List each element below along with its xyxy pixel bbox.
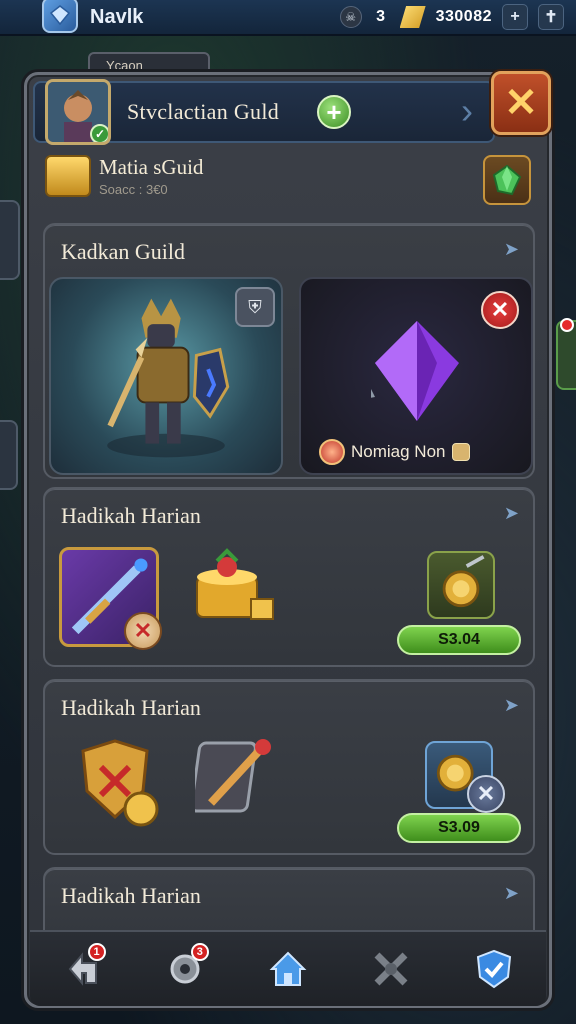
crystal-card-label: Nomiag Non <box>351 442 446 461</box>
section-daily-gift-2: Hadikah Harian ➤ ✕ S3.09 <box>43 679 535 855</box>
hero-card[interactable]: ⛨ <box>49 277 283 475</box>
nav-home[interactable] <box>262 943 314 995</box>
checkmark-icon <box>477 949 512 989</box>
crystal-card-footer: Nomiag Non <box>319 439 470 465</box>
section-daily-gift-1: Hadikah Harian ➤ ✕ S3.04 <box>43 487 535 667</box>
player-name: Navlk <box>90 5 144 28</box>
shield-icon <box>81 739 159 827</box>
remove-item-button[interactable]: ✕ <box>124 612 162 650</box>
notification-badge: 3 <box>190 943 209 961</box>
section-title: Kadkan Guild <box>61 239 186 264</box>
gold-reward-slot[interactable] <box>427 551 495 619</box>
crystal-icon <box>371 321 459 421</box>
avatar-badge: ✓ <box>90 124 108 142</box>
dagger-reward-item[interactable] <box>195 737 275 817</box>
title-bar: ✓ Stvclactian Guld + › <box>33 79 495 145</box>
chevron-right-icon[interactable]: ➤ <box>504 239 519 260</box>
top-status-bar: Navlk ☠ 3 330082 + ✝ <box>0 0 576 36</box>
chevron-right-icon[interactable]: ➤ <box>504 695 519 716</box>
resource-count: 3 <box>376 8 386 25</box>
remove-badge-button[interactable]: ✕ <box>481 291 519 329</box>
back-tab-label: Ycaon <box>106 58 143 73</box>
coin-reward-slot[interactable]: ✕ <box>425 741 505 813</box>
box-icon <box>451 443 470 461</box>
gold-coin-icon <box>442 555 485 608</box>
red-coin-icon <box>319 439 345 465</box>
nav-settings[interactable]: 3 <box>159 943 211 995</box>
guild-subtitle: Soacc : 3€0 <box>99 182 168 197</box>
side-tab-left <box>0 200 20 280</box>
chevron-right-icon: › <box>461 90 473 131</box>
nav-back[interactable]: 1 <box>56 943 108 995</box>
nav-battle[interactable] <box>365 943 417 995</box>
side-tab-left-2 <box>0 420 18 490</box>
section-title: Hadikah Harian <box>61 503 201 528</box>
guild-header: Matia sGuid Soacc : 3€0 <box>45 155 203 197</box>
remove-item-button[interactable]: ✕ <box>467 775 505 813</box>
cake-icon <box>196 548 274 620</box>
section-title: Hadikah Harian <box>61 695 201 720</box>
gold-amount: 330082 <box>435 8 492 25</box>
shield-reward-item[interactable] <box>75 737 167 831</box>
buy-button[interactable]: S3.04 <box>397 625 521 655</box>
resource-group: ☠ 3 330082 + ✝ <box>339 4 564 30</box>
lock-button[interactable]: ⛨ <box>235 287 275 327</box>
avatar[interactable]: ✓ <box>45 79 111 145</box>
home-icon <box>269 951 307 986</box>
cross-button[interactable]: ✝ <box>538 4 564 30</box>
cake-reward-item[interactable] <box>191 547 281 629</box>
gem-icon <box>50 5 70 25</box>
page-title: Stvclactian Guld <box>127 99 280 124</box>
side-notification-dot <box>560 318 574 332</box>
bottom-nav: 1 3 <box>30 930 546 1006</box>
crystal-card[interactable]: ✕ Nomiag Non <box>299 277 533 475</box>
dagger-icon <box>195 739 271 813</box>
section-kadkan-guild: Kadkan Guild ➤ ⛨ ✕ Nomiag Non <box>43 223 535 479</box>
close-button[interactable]: ✕ <box>491 71 551 135</box>
emerald-button[interactable] <box>483 155 531 205</box>
crossed-swords-icon <box>374 952 408 986</box>
chest-icon <box>45 155 91 197</box>
add-button[interactable]: + <box>317 95 351 129</box>
section-title: Hadikah Harian <box>61 883 201 908</box>
nav-confirm[interactable] <box>468 943 520 995</box>
guild-panel: ✓ Stvclactian Guld + › ✕ Matia sGuid Soa… <box>24 71 552 1008</box>
sword-reward-item[interactable]: ✕ <box>59 547 162 650</box>
chevron-right-icon[interactable]: ➤ <box>504 503 519 524</box>
notification-badge: 1 <box>87 943 106 961</box>
chevron-right-icon[interactable]: ➤ <box>504 883 519 904</box>
guild-name: Matia sGuid <box>99 155 204 179</box>
gold-bar-icon <box>399 6 426 28</box>
gem-menu-button[interactable] <box>42 0 78 33</box>
skull-icon: ☠ <box>339 6 362 28</box>
emerald-icon <box>492 164 522 196</box>
buy-button[interactable]: S3.09 <box>397 813 521 843</box>
add-gold-button[interactable]: + <box>502 4 528 30</box>
